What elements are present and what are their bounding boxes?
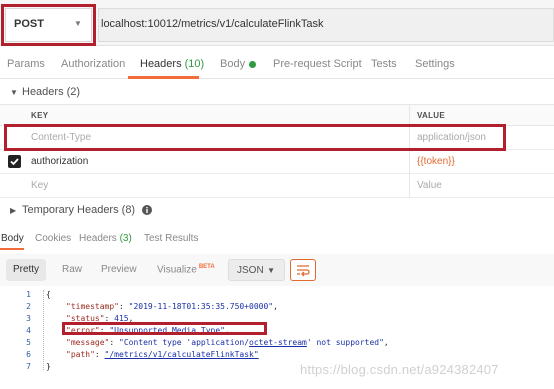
line-number: 3 bbox=[26, 314, 31, 323]
response-tabs: Body Cookies Headers (3) Test Results bbox=[0, 228, 554, 250]
json-string: "Content type 'application/ bbox=[119, 338, 250, 347]
header-key-authorization[interactable]: authorization bbox=[31, 156, 88, 167]
visualize-label: Visualize bbox=[157, 264, 197, 276]
line-number: 1 bbox=[26, 290, 31, 299]
triangle-down-icon: ▼ bbox=[10, 88, 18, 97]
response-tab-headers[interactable]: Headers (3) bbox=[79, 233, 132, 244]
watermark: https://blog.csdn.net/a924382407 bbox=[300, 362, 499, 377]
header-value-authorization[interactable]: {{token}} bbox=[417, 156, 455, 167]
temporary-headers-count: (8) bbox=[121, 204, 136, 216]
tab-authorization[interactable]: Authorization bbox=[61, 58, 125, 70]
json-key: "path" bbox=[66, 350, 95, 359]
line-number: 6 bbox=[26, 350, 31, 359]
tab-headers-count: (10) bbox=[184, 58, 205, 70]
active-tab-underline bbox=[128, 76, 199, 79]
line-number: 2 bbox=[26, 302, 31, 311]
tab-headers[interactable]: Headers (10) bbox=[140, 58, 204, 70]
response-toolbar: Pretty Raw Preview Visualize BETA JSON ▼ bbox=[0, 254, 554, 286]
temporary-headers-title: Temporary Headers bbox=[22, 204, 119, 216]
new-key-input[interactable]: Key bbox=[31, 180, 48, 191]
method-highlight-box bbox=[1, 4, 96, 46]
response-tab-cookies[interactable]: Cookies bbox=[35, 233, 71, 244]
json-string: ' not supported" bbox=[306, 338, 384, 347]
wrap-lines-icon[interactable] bbox=[290, 259, 316, 281]
json-string: "2019-11-18T01:35:35.750+0000" bbox=[128, 302, 274, 311]
code-line-path: "path": "/metrics/v1/calculateFlinkTask" bbox=[66, 350, 259, 359]
wrap-lines-glyph bbox=[297, 265, 310, 277]
response-tab-headers-label: Headers bbox=[79, 233, 117, 244]
tab-tests[interactable]: Tests bbox=[371, 58, 397, 70]
key-column-header: KEY bbox=[31, 111, 49, 120]
tab-body[interactable]: Body bbox=[220, 58, 257, 70]
column-divider bbox=[409, 104, 410, 198]
pretty-button[interactable]: Pretty bbox=[6, 259, 46, 281]
visualize-button[interactable]: Visualize BETA bbox=[157, 264, 215, 275]
request-tabs: Params Authorization Headers (10) Body P… bbox=[0, 50, 554, 79]
code-line-message: "message": "Content type 'application/oc… bbox=[66, 338, 389, 347]
format-dropdown[interactable]: JSON ▼ bbox=[228, 259, 285, 281]
json-string-link: octet-stream bbox=[249, 338, 307, 347]
content-type-highlight-box bbox=[4, 124, 506, 151]
headers-section-count: (2) bbox=[66, 86, 81, 98]
headers-table-header: KEY VALUE bbox=[0, 104, 554, 126]
tab-pre-request-script[interactable]: Pre-request Script bbox=[273, 58, 362, 70]
response-tab-test-results[interactable]: Test Results bbox=[144, 233, 198, 244]
error-highlight-box bbox=[62, 322, 267, 335]
headers-section-toggle[interactable]: ▼ Headers (2) bbox=[10, 86, 80, 98]
json-key: "timestamp" bbox=[66, 302, 119, 311]
format-label: JSON bbox=[237, 265, 264, 276]
json-string-link: "/metrics/v1/calculateFlinkTask" bbox=[104, 350, 259, 359]
caret-down-icon: ▼ bbox=[267, 266, 275, 275]
header-row-new: Key Value bbox=[0, 174, 554, 198]
enabled-checkbox[interactable] bbox=[8, 155, 21, 168]
info-icon[interactable] bbox=[142, 205, 153, 216]
open-brace: { bbox=[46, 290, 51, 299]
tab-settings[interactable]: Settings bbox=[415, 58, 455, 70]
new-value-input[interactable]: Value bbox=[417, 180, 442, 191]
raw-button[interactable]: Raw bbox=[62, 264, 82, 275]
header-row-authorization: authorization {{token}} bbox=[0, 150, 554, 174]
url-text: localhost:10012/metrics/v1/calculateFlin… bbox=[101, 18, 324, 30]
postman-window: POST ▼ localhost:10012/metrics/v1/calcul… bbox=[0, 0, 554, 389]
tab-params[interactable]: Params bbox=[7, 58, 45, 70]
url-input[interactable]: localhost:10012/metrics/v1/calculateFlin… bbox=[98, 8, 554, 42]
code-line-timestamp: "timestamp": "2019-11-18T01:35:35.750+00… bbox=[66, 302, 278, 311]
json-key: "message" bbox=[66, 338, 110, 347]
check-icon bbox=[10, 158, 19, 166]
beta-badge: BETA bbox=[198, 264, 215, 270]
body-indicator-dot bbox=[249, 60, 257, 68]
value-column-header: VALUE bbox=[417, 111, 446, 120]
line-number: 5 bbox=[26, 338, 31, 347]
close-brace: } bbox=[46, 362, 51, 371]
preview-button[interactable]: Preview bbox=[101, 264, 137, 275]
temporary-headers-toggle[interactable]: ▶ Temporary Headers (8) bbox=[10, 204, 153, 216]
response-tab-body[interactable]: Body bbox=[1, 233, 24, 244]
response-active-underline bbox=[0, 248, 24, 250]
line-number: 7 bbox=[26, 362, 31, 371]
tab-headers-label: Headers bbox=[140, 58, 182, 70]
triangle-right-icon: ▶ bbox=[10, 206, 17, 215]
response-tab-headers-count: (3) bbox=[119, 233, 132, 244]
tab-body-label: Body bbox=[220, 58, 246, 70]
line-number: 4 bbox=[26, 326, 31, 335]
headers-section-title: Headers bbox=[22, 86, 64, 98]
